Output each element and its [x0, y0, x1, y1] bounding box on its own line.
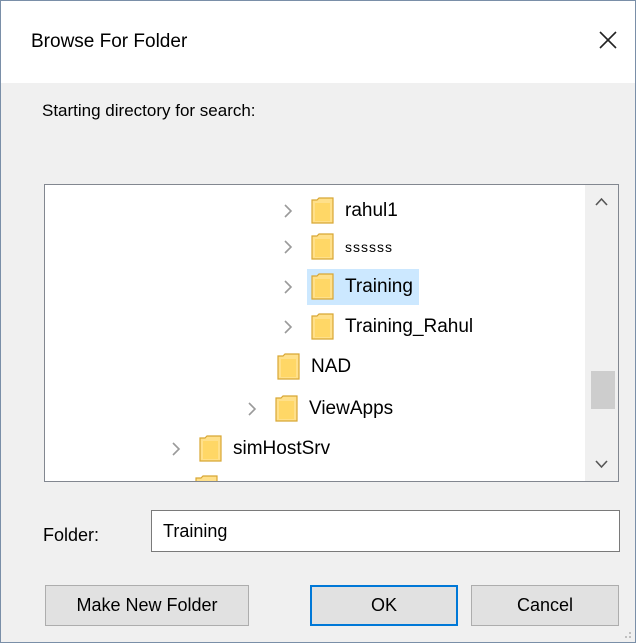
- tree-item[interactable]: rahul1: [277, 193, 404, 229]
- folder-icon: [311, 197, 335, 225]
- ok-button[interactable]: OK: [310, 585, 458, 626]
- title-bar[interactable]: Browse For Folder: [1, 1, 635, 83]
- folder-field-label: Folder:: [43, 525, 100, 545]
- chevron-down-icon: [595, 460, 608, 469]
- tree-item-node[interactable]: NAD: [273, 349, 357, 385]
- tree-item[interactable]: ViewApps: [241, 391, 399, 427]
- description-text: Starting directory for search:: [42, 101, 256, 120]
- folder-icon: [311, 273, 335, 301]
- tree-item-node[interactable]: ViewApps: [271, 391, 399, 427]
- tree-item-node[interactable]: ssssss: [307, 229, 399, 265]
- chevron-right-icon[interactable]: [277, 236, 299, 258]
- close-icon: [599, 31, 617, 49]
- cancel-button[interactable]: Cancel: [471, 585, 619, 626]
- tree-item[interactable]: Training_Rahul: [277, 309, 479, 345]
- tree-item[interactable]: Training: [277, 269, 419, 305]
- folder-tree[interactable]: rahul1 ssssss Training Training_Rahul NA…: [44, 184, 619, 482]
- folder-icon: [199, 435, 223, 463]
- browse-for-folder-dialog: Browse For Folder Starting directory for…: [0, 0, 636, 643]
- tree-item-node[interactable]: Training_Rahul: [307, 309, 479, 345]
- folder-name-input[interactable]: [151, 510, 620, 552]
- make-new-folder-button[interactable]: Make New Folder: [45, 585, 249, 626]
- folder-icon: [311, 313, 335, 341]
- chevron-right-icon[interactable]: [277, 276, 299, 298]
- tree-item-partial[interactable]: [195, 471, 229, 481]
- chevron-right-icon[interactable]: [241, 398, 263, 420]
- tree-item[interactable]: ssssss: [277, 229, 399, 265]
- scroll-thumb[interactable]: [591, 371, 615, 409]
- chevron-right-icon[interactable]: [277, 200, 299, 222]
- folder-icon: [275, 395, 299, 423]
- folder-icon: [195, 475, 219, 481]
- tree-item-node-selected[interactable]: Training: [307, 269, 419, 305]
- tree-item[interactable]: NAD: [273, 349, 357, 385]
- folder-icon: [277, 353, 301, 381]
- window-title: Browse For Folder: [31, 31, 188, 52]
- vertical-scrollbar[interactable]: [585, 185, 618, 481]
- tree-item[interactable]: simHostSrv: [165, 431, 336, 467]
- tree-item-label: simHostSrv: [233, 438, 331, 459]
- close-button[interactable]: [591, 23, 625, 57]
- resize-grip-icon[interactable]: [619, 626, 633, 640]
- chevron-right-icon[interactable]: [165, 438, 187, 460]
- chevron-up-icon: [595, 197, 608, 206]
- tree-item-label: NAD: [311, 356, 352, 377]
- tree-item-node[interactable]: simHostSrv: [195, 431, 336, 467]
- tree-item-label: Training: [345, 276, 413, 297]
- scroll-down-button[interactable]: [585, 447, 618, 481]
- tree-item-label: Training_Rahul: [345, 316, 474, 337]
- scroll-up-button[interactable]: [585, 185, 618, 219]
- tree-item-label: ssssss: [345, 239, 393, 255]
- tree-item-label: ViewApps: [309, 398, 394, 419]
- tree-item-node[interactable]: rahul1: [307, 193, 404, 229]
- folder-icon: [311, 233, 335, 261]
- tree-item-label: rahul1: [345, 200, 398, 221]
- chevron-right-icon[interactable]: [277, 316, 299, 338]
